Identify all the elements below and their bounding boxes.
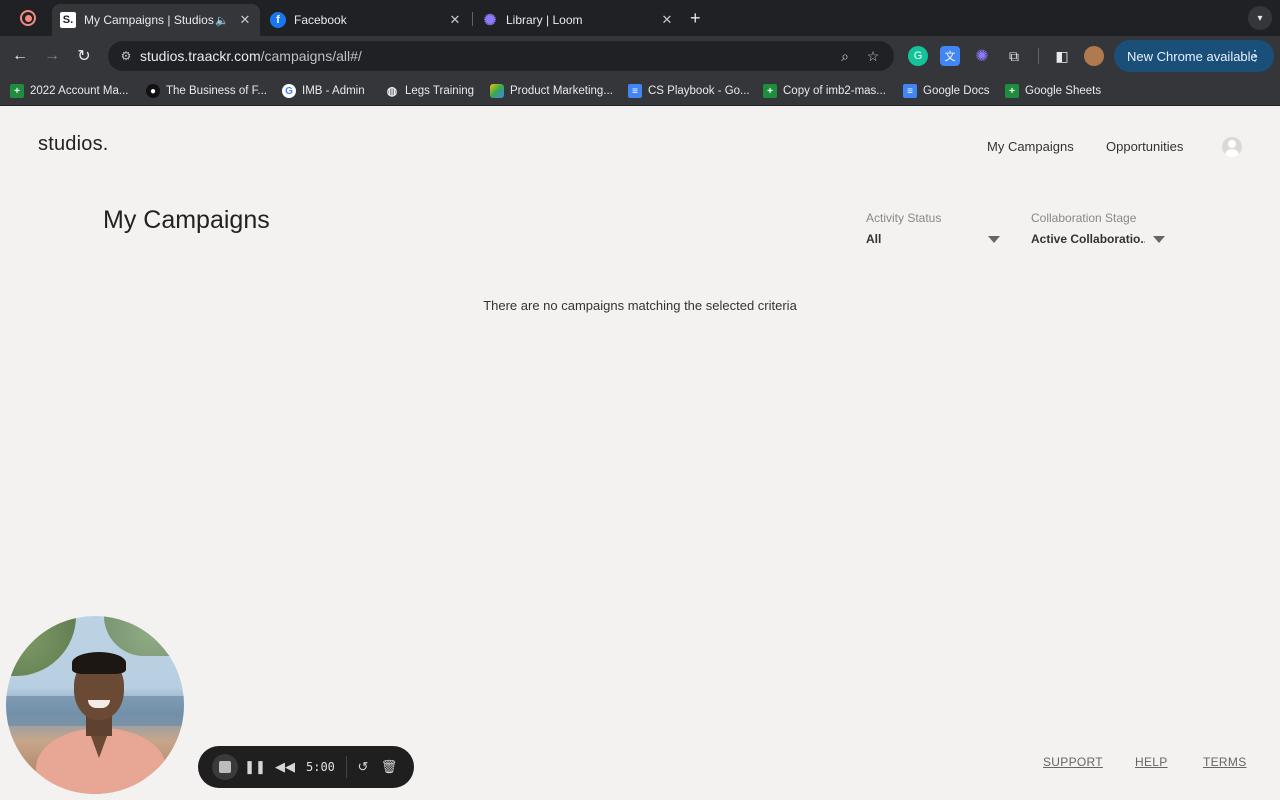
sheets-icon: + bbox=[1005, 84, 1019, 98]
camera-background bbox=[6, 616, 76, 676]
bookmark-item[interactable]: + Google Sheets bbox=[1005, 83, 1101, 99]
bookmark-star-icon[interactable]: ☆ bbox=[864, 47, 882, 65]
loom-extension-icon[interactable]: ✺ bbox=[972, 46, 992, 66]
loom-camera-bubble[interactable] bbox=[6, 616, 184, 794]
reload-icon[interactable]: ↻ bbox=[72, 44, 96, 68]
bookmark-label: Copy of imb2-mas... bbox=[783, 85, 886, 97]
sheets-icon: + bbox=[763, 84, 777, 98]
bookmark-item[interactable]: Product Marketing... bbox=[490, 83, 613, 99]
forward-arrow-icon[interactable]: → bbox=[40, 44, 64, 68]
bookmark-label: Google Sheets bbox=[1025, 85, 1102, 97]
update-label: New Chrome available bbox=[1127, 48, 1258, 64]
tab-loom-library[interactable]: ✺ Library | Loom ✕ bbox=[474, 4, 682, 36]
page-title: My Campaigns bbox=[103, 206, 270, 234]
pause-icon[interactable]: ❚❚ bbox=[244, 756, 266, 778]
docs-icon: ≡ bbox=[903, 84, 917, 98]
bookmark-item[interactable]: + Copy of imb2-mas... bbox=[763, 83, 886, 99]
url-path: /campaigns/all#/ bbox=[260, 48, 362, 64]
collaboration-stage-filter[interactable]: Collaboration Stage Active Collaboratio.… bbox=[1031, 211, 1167, 246]
footer-support-link[interactable]: SUPPORT bbox=[1043, 755, 1103, 769]
bookmark-label: The Business of F... bbox=[166, 85, 267, 97]
nav-my-campaigns[interactable]: My Campaigns bbox=[987, 139, 1074, 154]
camera-person bbox=[72, 652, 126, 674]
profile-avatar-icon[interactable] bbox=[1084, 46, 1104, 66]
new-chrome-available-button[interactable]: New Chrome available ⋮ bbox=[1114, 40, 1274, 72]
facebook-favicon-icon: f bbox=[270, 12, 286, 28]
bof-icon: ● bbox=[146, 84, 160, 98]
side-panel-icon[interactable]: ◧ bbox=[1052, 46, 1072, 66]
grammarly-icon[interactable]: G bbox=[908, 46, 928, 66]
bookmark-label: Google Docs bbox=[923, 85, 990, 97]
tab-search-chevron-icon[interactable]: ▾ bbox=[1248, 6, 1272, 30]
user-avatar-icon[interactable] bbox=[1222, 137, 1242, 157]
new-tab-icon[interactable]: + bbox=[690, 8, 701, 29]
tab-title: Facebook bbox=[294, 13, 347, 27]
studios-favicon-icon: S. bbox=[60, 12, 76, 28]
bookmark-item[interactable]: ● The Business of F... bbox=[146, 83, 267, 99]
trash-icon[interactable]: 🗑 bbox=[378, 756, 400, 778]
more-menu-icon[interactable]: ⋮ bbox=[1248, 47, 1262, 64]
drive-icon bbox=[490, 84, 504, 98]
bookmark-item[interactable]: G IMB - Admin bbox=[282, 83, 365, 99]
close-tab-icon[interactable]: ✕ bbox=[446, 12, 464, 28]
tab-title: My Campaigns | Studios bbox=[84, 13, 214, 27]
controls-separator bbox=[346, 756, 347, 778]
zoom-search-icon[interactable]: ⌕ bbox=[836, 47, 854, 65]
url-text[interactable]: studios.traackr.com/campaigns/all#/ bbox=[140, 48, 362, 64]
docs-icon: ≡ bbox=[628, 84, 642, 98]
bookmark-label: Legs Training bbox=[405, 85, 475, 97]
bookmark-label: 2022 Account Ma... bbox=[30, 85, 129, 97]
bookmarks-bar: +2022 Account Ma... ● The Business of F..… bbox=[0, 76, 1280, 106]
tab-title: Library | Loom bbox=[506, 13, 583, 27]
recording-indicator-icon bbox=[20, 10, 36, 26]
dropdown-caret-icon[interactable] bbox=[1153, 236, 1165, 243]
google-icon: G bbox=[282, 84, 296, 98]
nav-opportunities[interactable]: Opportunities bbox=[1106, 139, 1183, 154]
rewind-icon[interactable]: ◀◀ bbox=[274, 756, 296, 778]
back-arrow-icon[interactable]: ← bbox=[8, 44, 32, 68]
sheets-icon: + bbox=[10, 84, 24, 98]
footer-terms-link[interactable]: TERMS bbox=[1203, 755, 1247, 769]
bookmark-item[interactable]: ≡ CS Playbook - Go... bbox=[628, 83, 750, 99]
loom-recording-controls: ❚❚ ◀◀ 5:00 ↺ 🗑 bbox=[198, 746, 414, 788]
site-settings-icon[interactable]: ⚙ bbox=[118, 48, 134, 64]
bookmark-label: CS Playbook - Go... bbox=[648, 85, 750, 97]
toolbar-separator bbox=[1038, 48, 1039, 64]
footer-help-link[interactable]: HELP bbox=[1135, 755, 1168, 769]
page-content: studios. My Campaigns Opportunities My C… bbox=[0, 107, 1280, 800]
studios-logo[interactable]: studios. bbox=[38, 133, 109, 156]
extensions-puzzle-icon[interactable]: ⧉ bbox=[1004, 46, 1024, 66]
filter-value: Active Collaboratio... bbox=[1031, 232, 1145, 246]
bookmark-item[interactable]: ≡ Google Docs bbox=[903, 83, 989, 99]
filter-label: Collaboration Stage bbox=[1031, 211, 1137, 225]
tab-facebook[interactable]: f Facebook ✕ bbox=[262, 4, 470, 36]
recording-timer: 5:00 bbox=[306, 760, 335, 774]
restart-icon[interactable]: ↺ bbox=[352, 756, 374, 778]
tab-separator bbox=[472, 12, 473, 26]
bookmark-label: IMB - Admin bbox=[302, 85, 365, 97]
bookmark-item[interactable]: ◍ Legs Training bbox=[385, 83, 474, 99]
bookmark-label: Product Marketing... bbox=[510, 85, 613, 97]
bookmark-item[interactable]: +2022 Account Ma... bbox=[10, 83, 128, 99]
globe-icon: ◍ bbox=[386, 84, 398, 98]
address-bar[interactable]: ⚙ studios.traackr.com/campaigns/all#/ ⌕ … bbox=[108, 41, 894, 71]
browser-toolbar: ← → ↻ ⚙ studios.traackr.com/campaigns/al… bbox=[0, 36, 1280, 76]
speaker-icon[interactable]: 🔈 bbox=[214, 14, 230, 27]
translate-icon[interactable]: 文 bbox=[940, 46, 960, 66]
filter-value: All bbox=[866, 232, 882, 246]
camera-background bbox=[104, 616, 184, 656]
activity-status-filter[interactable]: Activity Status All bbox=[866, 211, 1002, 246]
stop-recording-icon[interactable] bbox=[212, 754, 238, 780]
close-tab-icon[interactable]: ✕ bbox=[236, 12, 254, 28]
close-tab-icon[interactable]: ✕ bbox=[658, 12, 676, 28]
empty-state-message: There are no campaigns matching the sele… bbox=[483, 298, 797, 313]
filter-label: Activity Status bbox=[866, 211, 942, 225]
tab-strip: S. My Campaigns | Studios 🔈 ✕ f Facebook… bbox=[0, 0, 1280, 36]
loom-favicon-icon: ✺ bbox=[483, 12, 497, 29]
tab-my-campaigns[interactable]: S. My Campaigns | Studios 🔈 ✕ bbox=[52, 4, 260, 36]
dropdown-caret-icon[interactable] bbox=[988, 236, 1000, 243]
url-domain: studios.traackr.com bbox=[140, 48, 261, 64]
